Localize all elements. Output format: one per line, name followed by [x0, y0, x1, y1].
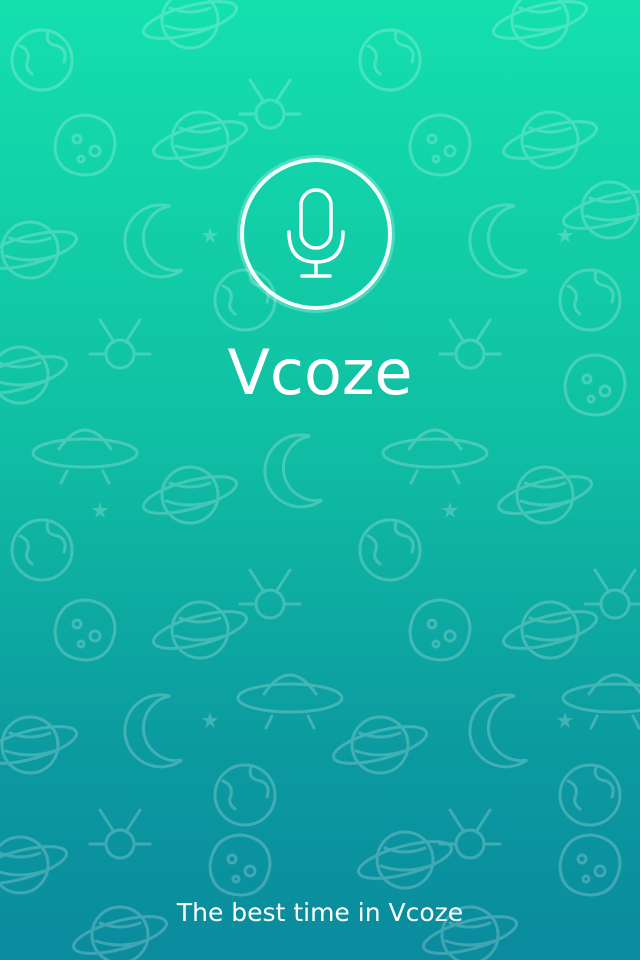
app-name: Vcoze	[227, 336, 413, 409]
tagline: The best time in Vcoze	[176, 898, 464, 927]
microphone-icon	[287, 188, 345, 278]
splash-screen: Vcoze The best time in Vcoze	[0, 0, 640, 960]
space-doodle-pattern	[0, 0, 640, 960]
app-logo	[240, 158, 392, 310]
